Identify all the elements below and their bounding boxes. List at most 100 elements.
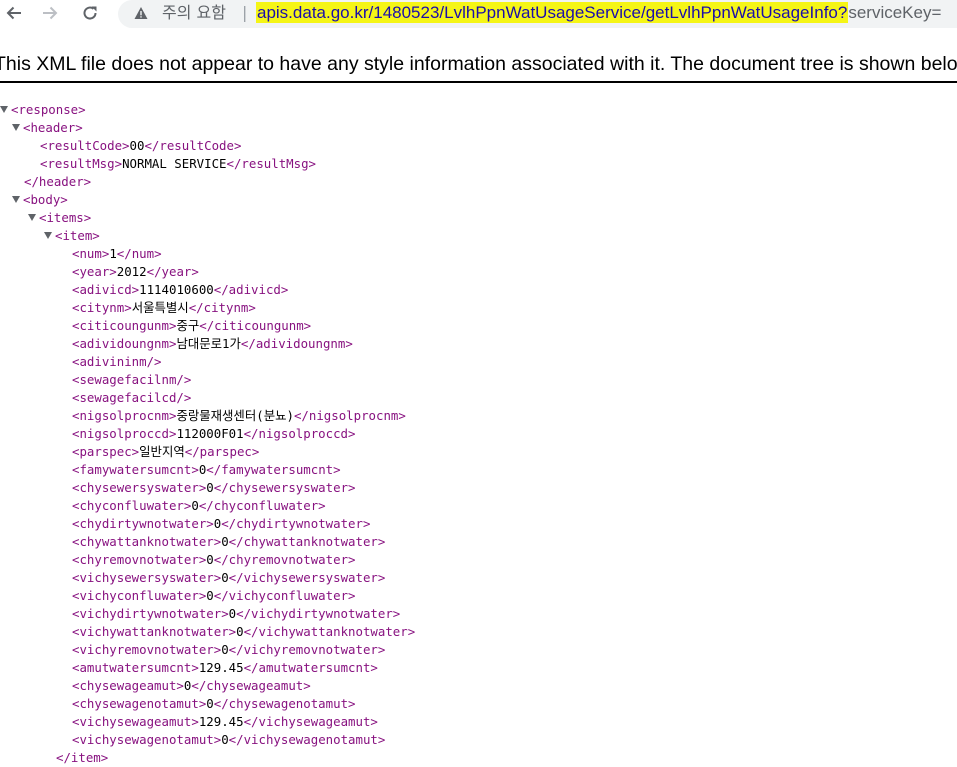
xml-value: 0	[191, 498, 199, 513]
items-line: <items>	[28, 209, 91, 227]
xml-field-line: <adivininm/>	[72, 353, 162, 371]
xml-field-line: <chyconfluwater>0</chyconfluwater>	[72, 497, 326, 515]
xml-close-tag: </famywatersumcnt>	[206, 462, 341, 477]
xml-close-tag: </adividoungnm>	[240, 336, 353, 351]
xml-close-tag: </vichydirtywnotwater>	[236, 606, 401, 621]
xml-field-line: <citynm>서울특별시</citynm>	[72, 299, 256, 317]
xml-close-tag: </nigsolprocnm>	[293, 408, 406, 423]
xml-field-line: <chysewagenotamut>0</chysewagenotamut>	[72, 695, 356, 713]
xml-value: 2012	[116, 264, 147, 279]
collapse-triangle-icon[interactable]	[44, 232, 52, 239]
xml-field-line: <vichywattanknotwater>0</vichywattanknot…	[72, 623, 415, 641]
xml-field-line: <year>2012</year>	[72, 263, 199, 281]
xml-field-line: <nigsolproccd>112000F01</nigsolproccd>	[72, 425, 355, 443]
xml-close-tag: </amutwatersumcnt>	[243, 660, 378, 675]
address-bar[interactable]: 주의 요함 | apis.data.go.kr/1480523/LvlhPpnW…	[118, 0, 957, 28]
xml-value: 0	[221, 732, 229, 747]
xml-open-tag: <nigsolproccd>	[72, 426, 177, 441]
notice-divider	[0, 81, 957, 83]
body-line: <body>	[12, 191, 68, 209]
xml-close-tag: </chyremovnotwater>	[213, 552, 356, 567]
xml-field-line: <citicoungunm>중구</citicoungunm>	[72, 317, 311, 335]
collapse-triangle-icon[interactable]	[12, 124, 20, 131]
xml-field-line: <amutwatersumcnt>129.45</amutwatersumcnt…	[72, 659, 378, 677]
xml-close-tag: </vichywattanknotwater>	[243, 624, 416, 639]
result-code-line: <resultCode>00</resultCode>	[40, 138, 242, 153]
xml-close-tag: </vichyconfluwater>	[213, 588, 356, 603]
xml-close-tag: </num>	[116, 246, 162, 261]
xml-open-tag: <chydirtywnotwater>	[72, 516, 214, 531]
browser-toolbar: 주의 요함 | apis.data.go.kr/1480523/LvlhPpnW…	[0, 0, 957, 28]
xml-open-tag: <adivininm/>	[72, 354, 162, 369]
xml-open-tag: <chyconfluwater>	[72, 498, 192, 513]
response-line: <response>	[0, 101, 86, 119]
url-rest: serviceKey=	[848, 3, 942, 22]
xml-open-tag: <nigsolprocnm>	[72, 408, 177, 423]
back-arrow-icon[interactable]	[3, 2, 25, 24]
xml-open-tag: <citynm>	[72, 300, 132, 315]
xml-open-tag: <vichysewagenotamut>	[72, 732, 222, 747]
xml-notice: This XML file does not appear to have an…	[0, 53, 957, 75]
xml-close-tag: </chydirtywnotwater>	[221, 516, 371, 531]
xml-value: 중구	[176, 318, 200, 333]
xml-field-line: <chyremovnotwater>0</chyremovnotwater>	[72, 551, 356, 569]
header-line: <header>	[12, 119, 83, 137]
xml-close-tag: </chysewersyswater>	[213, 480, 356, 495]
xml-close-tag: </chyconfluwater>	[198, 498, 326, 513]
xml-field-line: <chysewageamut>0</chysewageamut>	[72, 677, 311, 695]
xml-value: 1114010600	[139, 282, 214, 297]
xml-value: 0	[206, 552, 214, 567]
xml-value: 0	[221, 570, 229, 585]
xml-close-tag: </year>	[146, 264, 199, 279]
xml-open-tag: <vichyconfluwater>	[72, 588, 207, 603]
warning-icon[interactable]	[134, 6, 148, 20]
xml-open-tag: <chysewageamut>	[72, 678, 184, 693]
xml-field-line: <chydirtywnotwater>0</chydirtywnotwater>	[72, 515, 370, 533]
reload-icon[interactable]	[79, 2, 101, 24]
xml-open-tag: <sewagefacilcd/>	[72, 390, 192, 405]
xml-field-line: <chywattanknotwater>0</chywattanknotwate…	[72, 533, 385, 551]
xml-field-line: <adividoungnm>남대문로1가</adividoungnm>	[72, 335, 353, 353]
xml-field-line: <vichysewageamut>129.45</vichysewageamut…	[72, 713, 378, 731]
xml-field-line: <vichysewersyswater>0</vichysewersyswate…	[72, 569, 385, 587]
xml-value: 중랑물재생센터(분뇨)	[176, 408, 294, 423]
xml-open-tag: <adivicd>	[72, 282, 140, 297]
xml-close-tag: </adivicd>	[213, 282, 289, 297]
xml-field-line: <parspec>일반지역</parspec>	[72, 443, 259, 461]
collapse-triangle-icon[interactable]	[28, 214, 36, 221]
xml-value: 1	[109, 246, 117, 261]
xml-value: 0	[221, 642, 229, 657]
xml-value: 0	[228, 606, 237, 621]
header-close-line: </header>	[24, 174, 92, 189]
collapse-triangle-icon[interactable]	[0, 106, 8, 113]
result-msg-line: <resultMsg>NORMAL SERVICE</resultMsg>	[40, 156, 317, 171]
xml-field-line: <vichyremovnotwater>0</vichyremovnotwate…	[72, 641, 385, 659]
xml-open-tag: <year>	[72, 264, 117, 279]
xml-value: 0	[221, 534, 229, 549]
security-label[interactable]: 주의 요함	[162, 3, 226, 23]
xml-open-tag: <chyremovnotwater>	[72, 552, 207, 567]
xml-open-tag: <citicoungunm>	[72, 318, 177, 333]
item-close-line: </item>	[56, 750, 109, 765]
xml-close-tag: </chywattanknotwater>	[228, 534, 386, 549]
xml-value: 129.45	[198, 660, 244, 675]
xml-value: 112000F01	[176, 426, 244, 441]
url-text[interactable]: apis.data.go.kr/1480523/LvlhPpnWatUsageS…	[256, 2, 942, 23]
xml-open-tag: <num>	[72, 246, 110, 261]
item-line: <item>	[44, 227, 100, 245]
xml-close-tag: </citynm>	[188, 300, 256, 315]
xml-open-tag: <chysewagenotamut>	[72, 696, 207, 711]
xml-value: 0	[236, 624, 244, 639]
xml-close-tag: </citicoungunm>	[199, 318, 312, 333]
forward-arrow-icon[interactable]	[39, 2, 61, 24]
xml-open-tag: <vichyremovnotwater>	[72, 642, 222, 657]
xml-open-tag: <vichydirtywnotwater>	[72, 606, 229, 621]
collapse-triangle-icon[interactable]	[12, 196, 20, 203]
xml-field-line: <sewagefacilcd/>	[72, 389, 191, 407]
xml-close-tag: </chysewageamut>	[191, 678, 311, 693]
xml-open-tag: <amutwatersumcnt>	[72, 660, 199, 675]
xml-close-tag: </parspec>	[184, 444, 260, 459]
xml-open-tag: <chywattanknotwater>	[72, 534, 222, 549]
xml-value: 남대문로1가	[176, 336, 241, 351]
xml-field-line: <num>1</num>	[72, 245, 162, 263]
